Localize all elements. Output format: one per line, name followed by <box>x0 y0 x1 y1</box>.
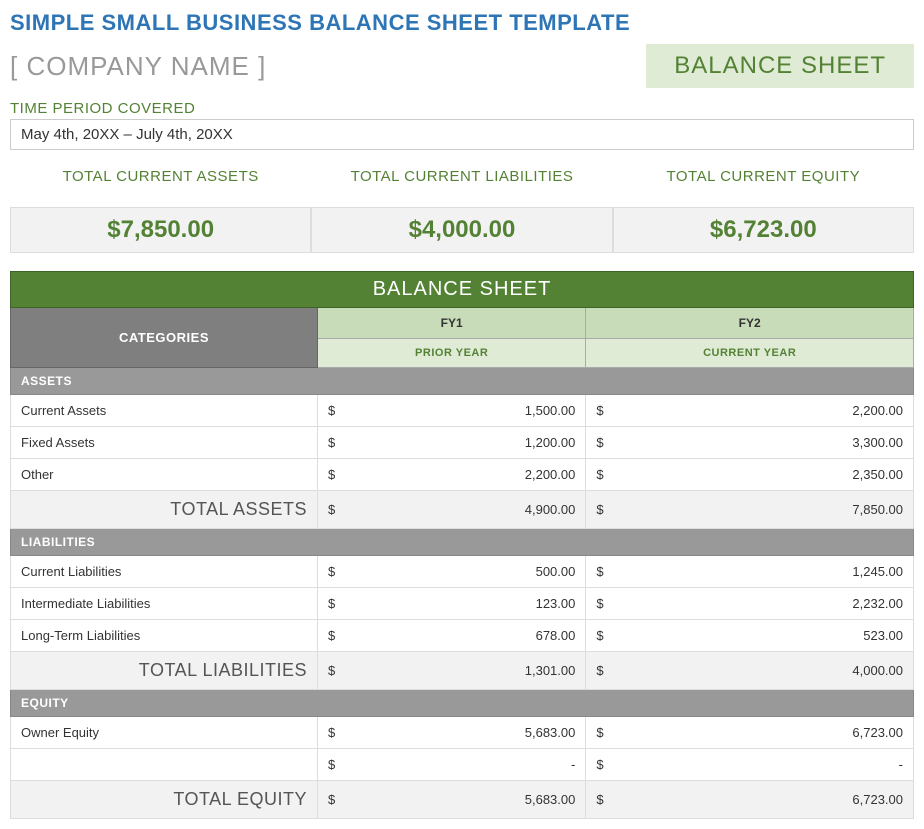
row-label: Fixed Assets <box>11 427 318 459</box>
total-label: TOTAL EQUITY <box>11 781 318 819</box>
money-cell[interactable]: $1,245.00 <box>586 556 914 588</box>
table-row: Owner Equity $5,683.00 $6,723.00 <box>11 717 914 749</box>
total-equity-row: TOTAL EQUITY $5,683.00 $6,723.00 <box>11 781 914 819</box>
fy1-header: FY1 <box>318 308 586 339</box>
money-cell[interactable]: $523.00 <box>586 620 914 652</box>
total-liabilities-value: $4,000.00 <box>312 216 611 244</box>
period-input[interactable]: May 4th, 20XX – July 4th, 20XX <box>10 119 914 150</box>
equity-section: EQUITY <box>11 690 914 717</box>
liabilities-section: LIABILITIES <box>11 529 914 556</box>
table-row: Current Liabilities $500.00 $1,245.00 <box>11 556 914 588</box>
money-cell[interactable]: $1,500.00 <box>318 395 586 427</box>
money-cell[interactable]: $2,350.00 <box>586 459 914 491</box>
money-cell[interactable]: $2,200.00 <box>318 459 586 491</box>
row-label: Owner Equity <box>11 717 318 749</box>
categories-header: CATEGORIES <box>11 308 318 368</box>
money-cell[interactable]: $123.00 <box>318 588 586 620</box>
money-cell[interactable]: $3,300.00 <box>586 427 914 459</box>
table-row: Intermediate Liabilities $123.00 $2,232.… <box>11 588 914 620</box>
total-assets-row: TOTAL ASSETS $4,900.00 $7,850.00 <box>11 491 914 529</box>
money-cell: $6,723.00 <box>586 781 914 819</box>
total-label: TOTAL ASSETS <box>11 491 318 529</box>
table-title: BALANCE SHEET <box>11 272 914 308</box>
money-cell: $4,000.00 <box>586 652 914 690</box>
table-row: $- $- <box>11 749 914 781</box>
row-label: Long-Term Liabilities <box>11 620 318 652</box>
money-cell[interactable]: $500.00 <box>318 556 586 588</box>
total-assets-label: TOTAL CURRENT ASSETS <box>10 168 311 185</box>
total-equity-value: $6,723.00 <box>614 216 913 244</box>
table-row: Long-Term Liabilities $678.00 $523.00 <box>11 620 914 652</box>
total-assets-value: $7,850.00 <box>11 216 310 244</box>
row-label: Current Liabilities <box>11 556 318 588</box>
money-cell[interactable]: $- <box>318 749 586 781</box>
money-cell[interactable]: $678.00 <box>318 620 586 652</box>
header-row: [ COMPANY NAME ] BALANCE SHEET <box>10 44 914 88</box>
money-cell[interactable]: $2,232.00 <box>586 588 914 620</box>
row-label: Intermediate Liabilities <box>11 588 318 620</box>
money-cell[interactable]: $5,683.00 <box>318 717 586 749</box>
money-cell[interactable]: $1,200.00 <box>318 427 586 459</box>
row-label <box>11 749 318 781</box>
current-year-header: CURRENT YEAR <box>586 339 914 368</box>
money-cell[interactable]: $- <box>586 749 914 781</box>
money-cell[interactable]: $6,723.00 <box>586 717 914 749</box>
money-cell: $1,301.00 <box>318 652 586 690</box>
fy2-header: FY2 <box>586 308 914 339</box>
total-equity-label: TOTAL CURRENT EQUITY <box>613 168 914 185</box>
period-label: TIME PERIOD COVERED <box>10 100 914 117</box>
balance-sheet-badge: BALANCE SHEET <box>646 44 914 88</box>
summary-values: $7,850.00 $4,000.00 $6,723.00 <box>10 207 914 253</box>
table-row: Other $2,200.00 $2,350.00 <box>11 459 914 491</box>
row-label: Other <box>11 459 318 491</box>
total-liabilities-label: TOTAL CURRENT LIABILITIES <box>311 168 612 185</box>
money-cell: $7,850.00 <box>586 491 914 529</box>
document-title: SIMPLE SMALL BUSINESS BALANCE SHEET TEMP… <box>10 10 914 36</box>
table-row: Current Assets $1,500.00 $2,200.00 <box>11 395 914 427</box>
company-name[interactable]: [ COMPANY NAME ] <box>10 51 266 82</box>
money-cell: $5,683.00 <box>318 781 586 819</box>
prior-year-header: PRIOR YEAR <box>318 339 586 368</box>
money-cell: $4,900.00 <box>318 491 586 529</box>
assets-section: ASSETS <box>11 368 914 395</box>
money-cell[interactable]: $2,200.00 <box>586 395 914 427</box>
balance-sheet-table: BALANCE SHEET CATEGORIES FY1 FY2 PRIOR Y… <box>10 271 914 819</box>
table-row: Fixed Assets $1,200.00 $3,300.00 <box>11 427 914 459</box>
total-label: TOTAL LIABILITIES <box>11 652 318 690</box>
summary-labels: TOTAL CURRENT ASSETS TOTAL CURRENT LIABI… <box>10 168 914 189</box>
row-label: Current Assets <box>11 395 318 427</box>
total-liabilities-row: TOTAL LIABILITIES $1,301.00 $4,000.00 <box>11 652 914 690</box>
